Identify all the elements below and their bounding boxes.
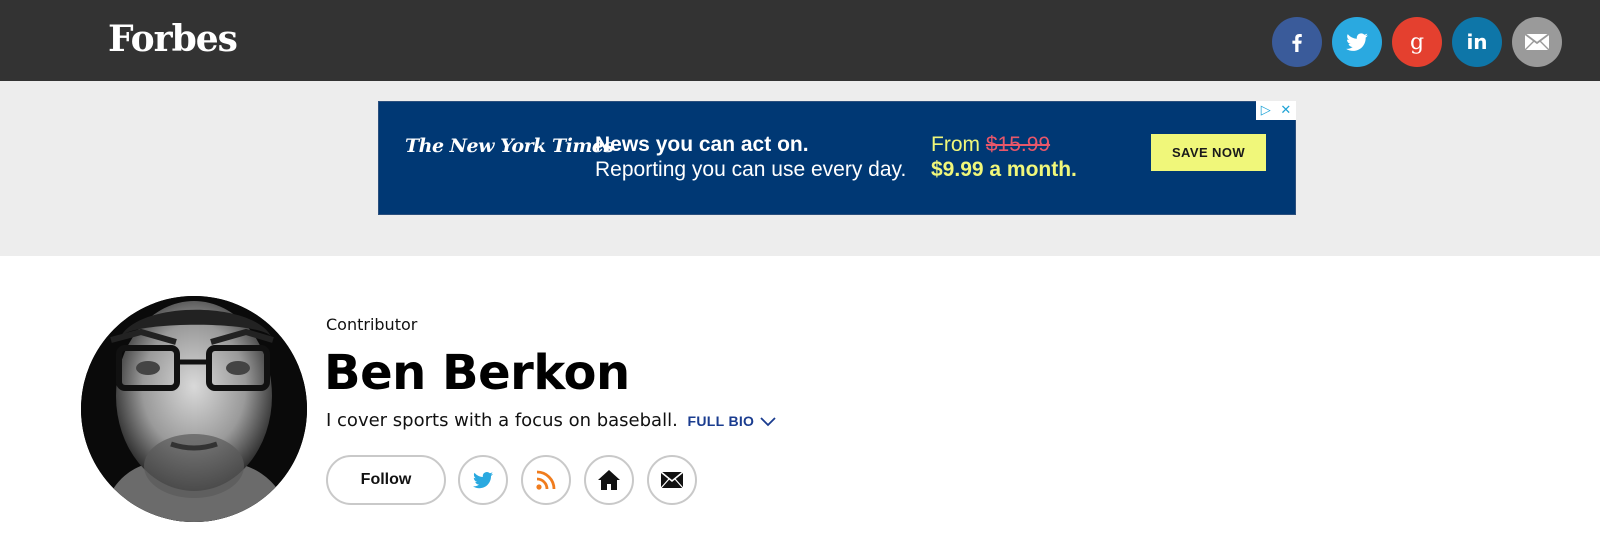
ad-new-price: $9.99 a month. (931, 158, 1077, 181)
author-bio: I cover sports with a focus on baseball.… (326, 410, 777, 431)
author-name: Ben Berkon (324, 345, 630, 401)
adchoices-icon[interactable]: ▷ (1261, 104, 1271, 117)
author-rss-button[interactable] (521, 455, 571, 505)
ad-old-price: $15.99 (985, 133, 1051, 156)
avatar (81, 296, 307, 522)
share-linkedin-button[interactable]: in (1452, 17, 1502, 67)
home-icon (598, 470, 620, 490)
twitter-icon (473, 472, 493, 489)
ad-from-label: From (931, 133, 980, 156)
rss-icon (536, 470, 556, 490)
facebook-icon (1292, 34, 1302, 52)
follow-button[interactable]: Follow (326, 455, 446, 505)
email-icon (1524, 33, 1550, 51)
ad-save-now-button[interactable]: SAVE NOW (1151, 134, 1266, 171)
chevron-down-icon[interactable] (760, 417, 777, 427)
close-icon[interactable]: ✕ (1280, 104, 1291, 117)
full-bio-link[interactable]: FULL BIO (688, 413, 777, 429)
avatar-photo (81, 296, 307, 522)
full-bio-label[interactable]: FULL BIO (688, 413, 755, 429)
ad-headline: News you can act on. (595, 133, 809, 156)
author-twitter-button[interactable] (458, 455, 508, 505)
author-home-button[interactable] (584, 455, 634, 505)
ad-price-from: From $15.99 (931, 133, 1050, 157)
author-email-button[interactable] (647, 455, 697, 505)
twitter-icon (1346, 33, 1368, 51)
svg-text:g: g (1410, 30, 1424, 55)
google-plus-icon: g (1410, 30, 1424, 55)
top-bar: Forbes g in (0, 0, 1600, 81)
svg-text:in: in (1466, 30, 1487, 54)
author-role: Contributor (326, 315, 418, 334)
share-twitter-button[interactable] (1332, 17, 1382, 67)
author-bio-text: I cover sports with a focus on baseball. (326, 410, 678, 431)
linkedin-icon: in (1466, 30, 1487, 54)
ad-subline: Reporting you can use every day. (595, 158, 907, 181)
email-icon (660, 471, 684, 489)
share-facebook-button[interactable] (1272, 17, 1322, 67)
nyt-ad-banner[interactable]: The New York Times News you can act on. … (378, 101, 1296, 215)
ad-brand: The New York Times (405, 135, 614, 157)
share-email-button[interactable] (1512, 17, 1562, 67)
adchoices-badge[interactable]: ▷ ✕ (1256, 101, 1296, 120)
forbes-logo[interactable]: Forbes (108, 18, 238, 60)
share-google-plus-button[interactable]: g (1392, 17, 1442, 67)
